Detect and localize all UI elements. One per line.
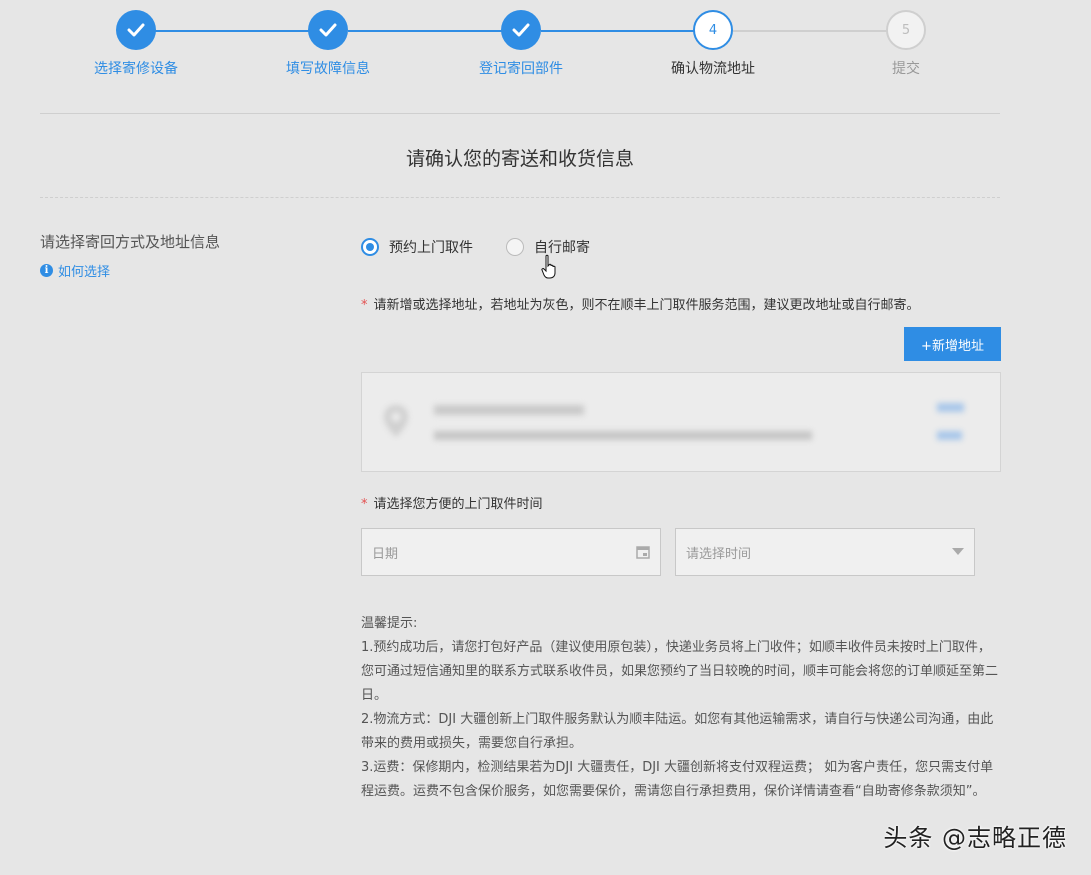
step-1-label: 选择寄修设备 [94,61,178,77]
step-connector [348,30,503,32]
how-to-choose-link[interactable]: i 如何选择 [40,261,110,280]
step-connector [733,30,888,32]
add-address-button[interactable]: +新增地址 [904,327,1001,361]
radio-checked-icon[interactable] [361,238,379,256]
date-picker[interactable]: 日期 [361,528,661,576]
radio-unchecked-icon[interactable] [506,238,524,256]
location-pin-icon [384,405,408,437]
required-mark: * [361,298,368,313]
pickup-time-label: * 请选择您方便的上门取件时间 [361,493,543,512]
tip-item-2: 2.物流方式：DJI 大疆创新上门取件服务默认为顺丰陆运。如您有其他运输需求，请… [361,712,994,751]
calendar-icon [636,546,650,559]
checkmark-icon [319,23,337,37]
step-1-circle [116,10,156,50]
step-3-circle [501,10,541,50]
radio-door-pickup[interactable]: 预约上门取件 [361,237,473,257]
address-name-redacted [434,405,584,415]
pickup-label-text: 请选择您方便的上门取件时间 [373,497,543,512]
address-card[interactable] [361,372,1001,472]
edit-link-redacted[interactable] [937,403,964,412]
step-connector [541,30,696,32]
help-link-text: 如何选择 [58,265,111,280]
radio-label: 预约上门取件 [389,240,473,256]
return-method-label: 请选择寄回方式及地址信息 [40,233,221,251]
notice-text: 请新增或选择地址，若地址为灰色，则不在顺丰上门取件服务范围，建议更改地址或自行邮… [373,298,920,313]
time-select[interactable]: 请选择时间 [675,528,975,576]
address-detail-redacted [434,431,812,440]
tips-title: 温馨提示: [361,616,418,631]
tips-block: 温馨提示: 1.预约成功后，请您打包好产品（建议使用原包装），快递业务员将上门收… [361,612,1001,804]
info-icon: i [40,264,53,277]
required-mark: * [361,497,368,512]
hand-cursor-icon [541,254,556,279]
section-title: 请确认您的寄送和收货信息 [405,148,634,170]
divider [40,197,1000,198]
dropdown-caret-icon [952,548,964,555]
step-2-circle [308,10,348,50]
tip-item-1: 1.预约成功后，请您打包好产品（建议使用原包装），快递业务员将上门收件；如顺丰收… [361,640,999,703]
step-4-circle: 4 [693,10,733,50]
checkmark-icon [127,23,145,37]
step-5-label: 提交 [892,61,920,77]
step-3-label: 登记寄回部件 [479,61,563,77]
divider [40,113,1000,114]
step-2-label: 填写故障信息 [286,61,370,77]
address-notice: * 请新增或选择地址，若地址为灰色，则不在顺丰上门取件服务范围，建议更改地址或自行… [361,294,920,313]
date-placeholder: 日期 [372,546,399,562]
tip-item-3: 3.运费：保修期内，检测结果若为DJI 大疆责任，DJI 大疆创新将支付双程运费… [361,760,994,799]
step-5-circle: 5 [886,10,926,50]
watermark: 头条 @志略正德 [883,824,1067,852]
time-placeholder: 请选择时间 [686,546,752,562]
checkmark-icon [512,23,530,37]
step-4-label: 确认物流地址 [671,61,755,77]
step-connector [155,30,310,32]
delete-link-redacted[interactable] [937,431,962,440]
